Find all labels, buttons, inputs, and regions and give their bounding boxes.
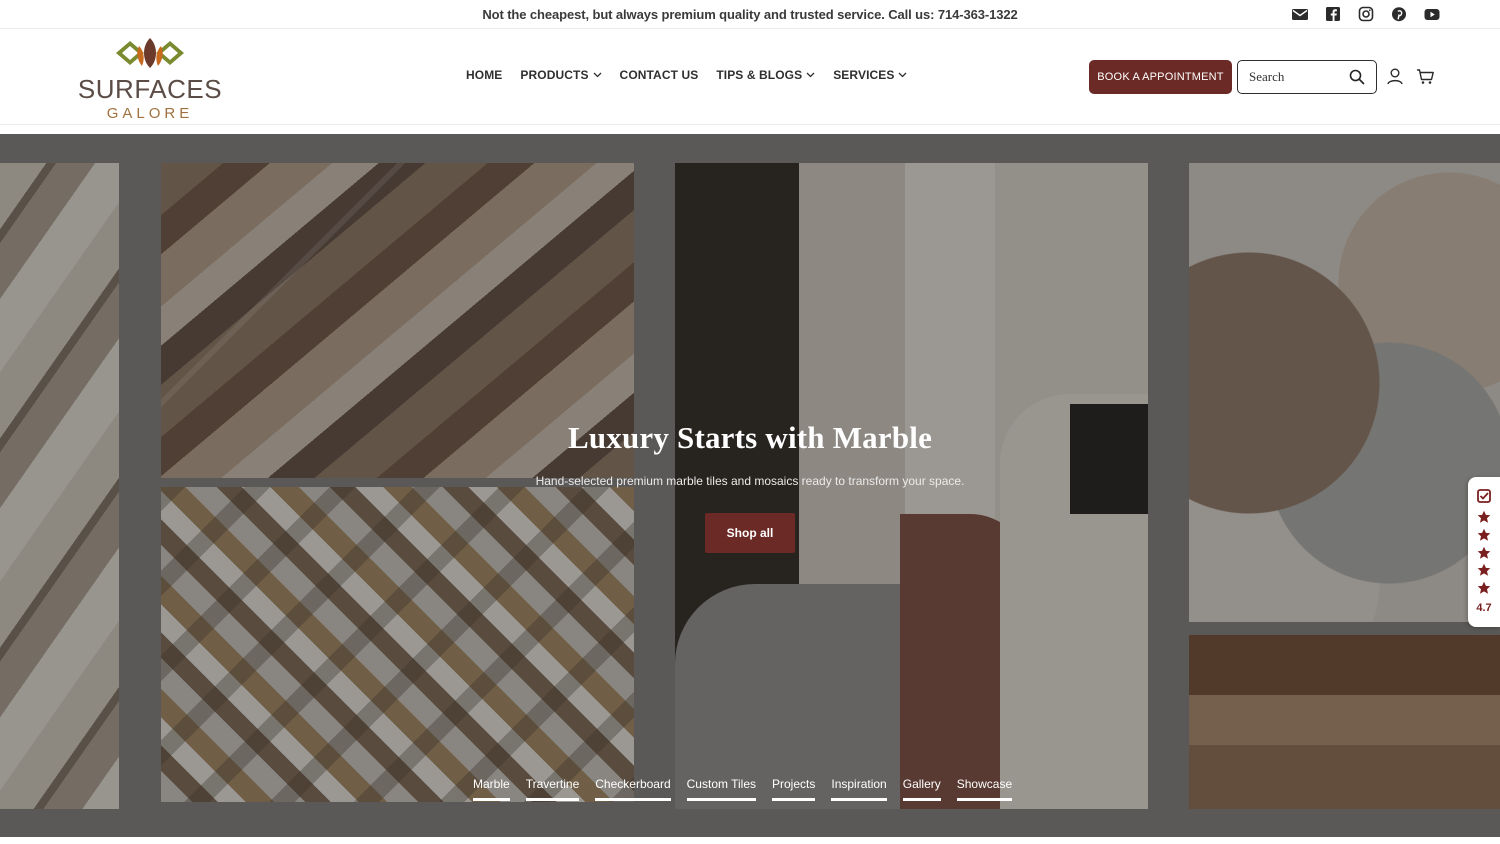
search-input[interactable] (1249, 69, 1345, 85)
category-tabs: Marble Travertine Checkerboard Custom Ti… (473, 777, 1013, 801)
account-icon[interactable] (1386, 68, 1404, 85)
cart-icon[interactable] (1416, 68, 1435, 85)
rating-value: 4.7 (1476, 602, 1492, 614)
star-icon (1477, 581, 1491, 594)
star-icon (1477, 546, 1491, 559)
nav-home-label: HOME (466, 68, 503, 82)
instagram-icon[interactable] (1356, 6, 1376, 23)
nav-contact-us[interactable]: CONTACT US (620, 68, 699, 82)
chevron-down-icon (593, 72, 602, 78)
tab-showcase[interactable]: Showcase (956, 777, 1013, 801)
nav-services[interactable]: SERVICES (833, 68, 907, 82)
nav-products-label: PRODUCTS (520, 68, 589, 82)
announcement-text: Not the cheapest, but always premium qua… (482, 7, 1018, 22)
tab-custom-tiles[interactable]: Custom Tiles (686, 777, 756, 801)
search-icon[interactable] (1349, 69, 1365, 85)
logo-subtitle: GALORE (106, 105, 194, 122)
page-below-fold (0, 837, 1500, 844)
tab-travertine[interactable]: Travertine (525, 777, 580, 801)
star-icon (1477, 528, 1491, 541)
nav-tips-label: TIPS & BLOGS (716, 68, 803, 82)
star-icon (1477, 510, 1491, 523)
chevron-down-icon (806, 72, 815, 78)
tab-marble[interactable]: Marble (473, 777, 510, 801)
hero-subtitle: Hand-selected premium marble tiles and m… (535, 474, 965, 488)
reviews-rating-widget[interactable]: 4.7 (1468, 477, 1500, 627)
main-nav: HOME PRODUCTS CONTACT US TIPS & BLOGS SE… (466, 68, 907, 82)
chevron-down-icon (899, 72, 907, 78)
hero-banner: Luxury Starts with Marble Hand-selected … (0, 134, 1500, 837)
tab-checkerboard[interactable]: Checkerboard (595, 777, 671, 801)
facebook-icon[interactable] (1323, 6, 1343, 23)
social-links (1290, 6, 1442, 23)
logo-mark-icon (116, 38, 184, 68)
site-header: SURFACES GALORE HOME PRODUCTS CONTACT US… (0, 29, 1500, 125)
youtube-icon[interactable] (1422, 6, 1442, 23)
announcement-bar: Not the cheapest, but always premium qua… (0, 0, 1500, 29)
pinterest-icon[interactable] (1389, 6, 1409, 23)
tab-projects[interactable]: Projects (772, 777, 816, 801)
nav-contact-label: CONTACT US (619, 68, 699, 82)
nav-home[interactable]: HOME (466, 68, 502, 82)
nav-services-label: SERVICES (833, 68, 895, 82)
search-box (1237, 60, 1377, 94)
logo[interactable]: SURFACES GALORE (64, 36, 236, 122)
book-appointment-button[interactable]: BOOK A APPOINTMENT (1089, 60, 1232, 94)
star-icon (1477, 563, 1491, 576)
shop-all-button[interactable]: Shop all (705, 513, 795, 553)
tab-inspiration[interactable]: Inspiration (831, 777, 887, 801)
review-badge-icon (1477, 489, 1491, 503)
email-icon[interactable] (1290, 6, 1310, 23)
nav-tips-blogs[interactable]: TIPS & BLOGS (716, 68, 815, 82)
nav-products[interactable]: PRODUCTS (520, 68, 602, 82)
tab-gallery[interactable]: Gallery (902, 777, 941, 801)
hero-title: Luxury Starts with Marble (567, 420, 933, 455)
logo-wordmark: SURFACES (77, 74, 223, 104)
